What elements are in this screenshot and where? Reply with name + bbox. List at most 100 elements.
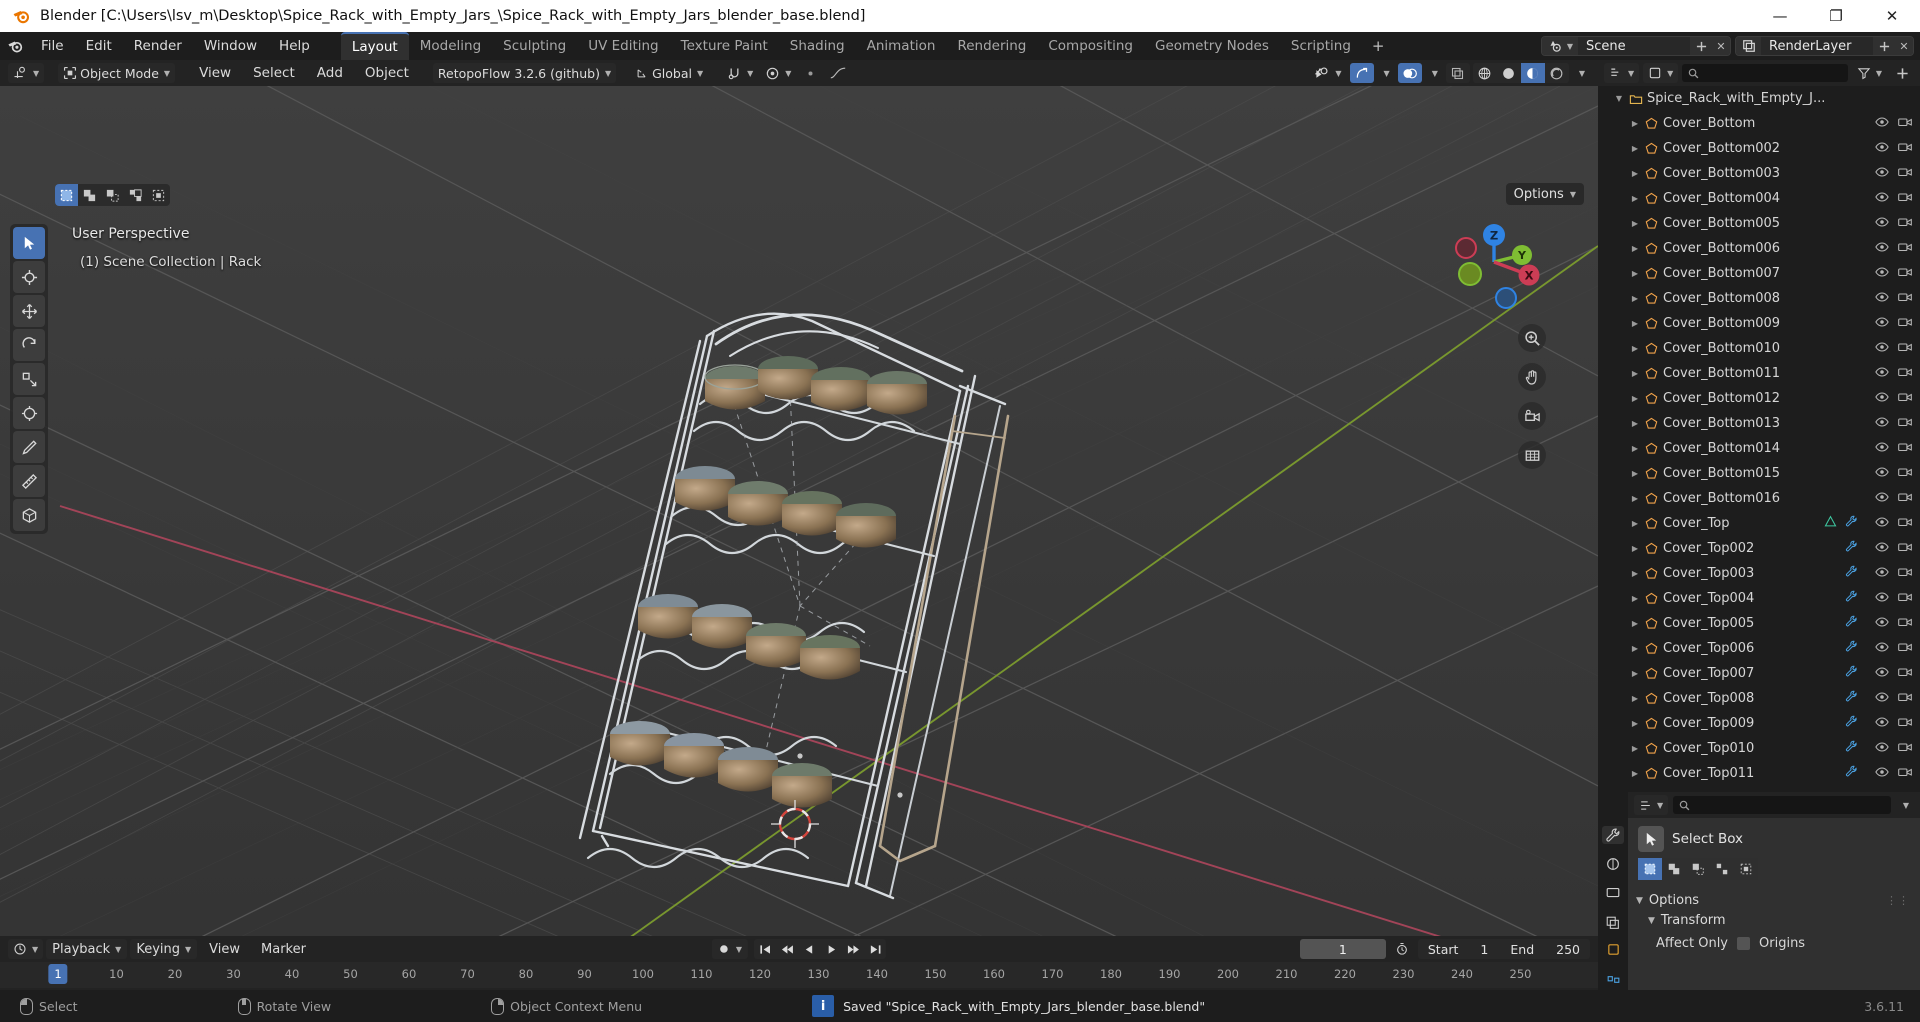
gizmo-options-dropdown[interactable]: ▼: [1377, 63, 1395, 83]
disable-in-renders-icon[interactable]: [1898, 691, 1912, 707]
disable-in-renders-icon[interactable]: [1898, 516, 1912, 532]
hide-in-viewport-icon[interactable]: [1875, 666, 1889, 682]
viewport-menu-view[interactable]: View: [189, 63, 241, 83]
view-layer-icon[interactable]: [1736, 37, 1761, 55]
select-mode-invert-button[interactable]: [124, 184, 147, 206]
properties-tab-modifiers[interactable]: [1602, 968, 1624, 990]
properties-tab-tool[interactable]: [1602, 826, 1624, 845]
current-frame-field[interactable]: 1: [1299, 939, 1386, 959]
view-layer-name-field[interactable]: RenderLayer: [1761, 37, 1873, 55]
disclosure-triangle-icon[interactable]: ▶: [1628, 344, 1642, 353]
outliner-object-row[interactable]: ▶ Cover_Bottom014: [1598, 436, 1920, 461]
hide-in-viewport-icon[interactable]: [1875, 391, 1889, 407]
modifier-icon[interactable]: [1845, 615, 1858, 632]
next-keyframe-button[interactable]: [842, 939, 864, 959]
properties-options-dropdown[interactable]: ▼: [1896, 795, 1914, 815]
hide-in-viewport-icon[interactable]: [1875, 716, 1889, 732]
outliner-object-row[interactable]: ▶ Cover_Top009: [1598, 711, 1920, 736]
outliner-object-row[interactable]: ▶ Cover_Bottom009: [1598, 311, 1920, 336]
hide-in-viewport-icon[interactable]: [1875, 316, 1889, 332]
disclosure-triangle-icon[interactable]: ▶: [1628, 744, 1642, 753]
disclosure-triangle-icon[interactable]: ▶: [1628, 144, 1642, 153]
disable-in-renders-icon[interactable]: [1898, 216, 1912, 232]
properties-tab-view-layer[interactable]: [1602, 914, 1624, 932]
hide-in-viewport-icon[interactable]: [1875, 616, 1889, 632]
options-section-title[interactable]: ▼ Options ⋮⋮: [1636, 893, 1910, 908]
prop-select-mode-invert-button[interactable]: [1710, 858, 1734, 880]
timeline-ruler[interactable]: 10 20 30 40 50 60 70 80 90 100 110 120 130 140 150 160 1…: [0, 962, 1598, 988]
outliner-object-row[interactable]: ▶ Cover_Bottom015: [1598, 461, 1920, 486]
new-view-layer-button[interactable]: [1873, 37, 1895, 55]
disable-in-renders-icon[interactable]: [1898, 166, 1912, 182]
outliner-object-row[interactable]: ▶ Cover_Top008: [1598, 686, 1920, 711]
tab-rendering[interactable]: Rendering: [946, 32, 1037, 60]
menu-render[interactable]: Render: [123, 35, 193, 57]
auto-keying-toggle[interactable]: ▼: [711, 939, 749, 959]
outliner-object-row[interactable]: ▶ Cover_Bottom006: [1598, 236, 1920, 261]
outliner-object-row[interactable]: ▶ Cover_Bottom008: [1598, 286, 1920, 311]
disable-in-renders-icon[interactable]: [1898, 616, 1912, 632]
modifier-icon[interactable]: [1845, 565, 1858, 582]
properties-editor-type-selector[interactable]: ▼: [1634, 795, 1669, 815]
outliner-object-row[interactable]: ▶ Cover_Top006: [1598, 636, 1920, 661]
start-frame-value[interactable]: 1: [1480, 942, 1488, 957]
cursor-tool[interactable]: [13, 261, 45, 293]
new-scene-button[interactable]: [1690, 37, 1712, 55]
outliner-search-input[interactable]: [1682, 64, 1848, 82]
disclosure-triangle-icon[interactable]: ▶: [1628, 169, 1642, 178]
hide-in-viewport-icon[interactable]: [1875, 466, 1889, 482]
select-box-tool[interactable]: [13, 227, 45, 259]
viewport-canvas[interactable]: Options ▼ User Perspective (1) Scene Col…: [0, 86, 1598, 936]
hide-in-viewport-icon[interactable]: [1875, 216, 1889, 232]
viewport-3d[interactable]: ▼ Object Mode ▼ View Select Add Object R…: [0, 60, 1598, 936]
outliner-object-row[interactable]: ▶ Cover_Bottom010: [1598, 336, 1920, 361]
tab-sculpting[interactable]: Sculpting: [492, 32, 577, 60]
hide-in-viewport-icon[interactable]: [1875, 241, 1889, 257]
viewport-menu-object[interactable]: Object: [355, 63, 419, 83]
select-mode-subtract-button[interactable]: [101, 184, 124, 206]
tab-geometry-nodes[interactable]: Geometry Nodes: [1144, 32, 1280, 60]
disclosure-triangle-icon[interactable]: ▶: [1628, 294, 1642, 303]
transform-section[interactable]: ▼ Transform: [1628, 908, 1920, 928]
properties-tab-object[interactable]: [1602, 938, 1624, 960]
disclosure-triangle-icon[interactable]: ▶: [1628, 219, 1642, 228]
menu-window[interactable]: Window: [193, 35, 268, 57]
outliner-object-row[interactable]: ▶ Cover_Top007: [1598, 661, 1920, 686]
disable-in-renders-icon[interactable]: [1898, 341, 1912, 357]
disable-in-renders-icon[interactable]: [1898, 241, 1912, 257]
shading-rendered-button[interactable]: [1544, 63, 1569, 83]
hide-in-viewport-icon[interactable]: [1875, 641, 1889, 657]
add-workspace-button[interactable]: +: [1362, 33, 1395, 59]
snapping-toggle[interactable]: ▼: [722, 63, 758, 83]
disclosure-triangle-icon[interactable]: ▶: [1628, 619, 1642, 628]
zoom-icon[interactable]: [1518, 324, 1546, 352]
maximize-button[interactable]: ❐: [1808, 0, 1864, 32]
disable-in-renders-icon[interactable]: [1898, 441, 1912, 457]
prop-select-mode-intersect-button[interactable]: [1734, 858, 1758, 880]
end-frame-value[interactable]: 250: [1556, 942, 1580, 957]
disable-in-renders-icon[interactable]: [1898, 666, 1912, 682]
hide-in-viewport-icon[interactable]: [1875, 441, 1889, 457]
disclosure-triangle-icon[interactable]: ▶: [1628, 769, 1642, 778]
disable-in-renders-icon[interactable]: [1898, 291, 1912, 307]
viewport-options-dropdown[interactable]: Options ▼: [1505, 183, 1584, 205]
disable-in-renders-icon[interactable]: [1898, 416, 1912, 432]
hide-in-viewport-icon[interactable]: [1875, 566, 1889, 582]
disable-in-renders-icon[interactable]: [1898, 766, 1912, 782]
tab-scripting[interactable]: Scripting: [1280, 32, 1362, 60]
properties-search-input[interactable]: [1673, 796, 1891, 814]
play-reverse-button[interactable]: [798, 939, 820, 959]
outliner-object-row[interactable]: ▶ Cover_Bottom016: [1598, 486, 1920, 511]
modifier-icon[interactable]: [1845, 515, 1858, 532]
modifier-icon[interactable]: [1845, 765, 1858, 782]
outliner-object-row[interactable]: ▶ Cover_Bottom011: [1598, 361, 1920, 386]
outliner-object-row[interactable]: ▶ Cover_Top011: [1598, 761, 1920, 786]
disclosure-triangle-icon[interactable]: ▶: [1628, 669, 1642, 678]
editor-type-selector[interactable]: ▼: [8, 63, 45, 83]
annotate-tool[interactable]: [13, 431, 45, 463]
disclosure-triangle-icon[interactable]: ▶: [1628, 194, 1642, 203]
menu-edit[interactable]: Edit: [75, 35, 123, 57]
disclosure-triangle-icon[interactable]: ▶: [1628, 419, 1642, 428]
disclosure-triangle-icon[interactable]: ▶: [1628, 719, 1642, 728]
transform-section-title[interactable]: ▼ Transform: [1648, 913, 1910, 928]
